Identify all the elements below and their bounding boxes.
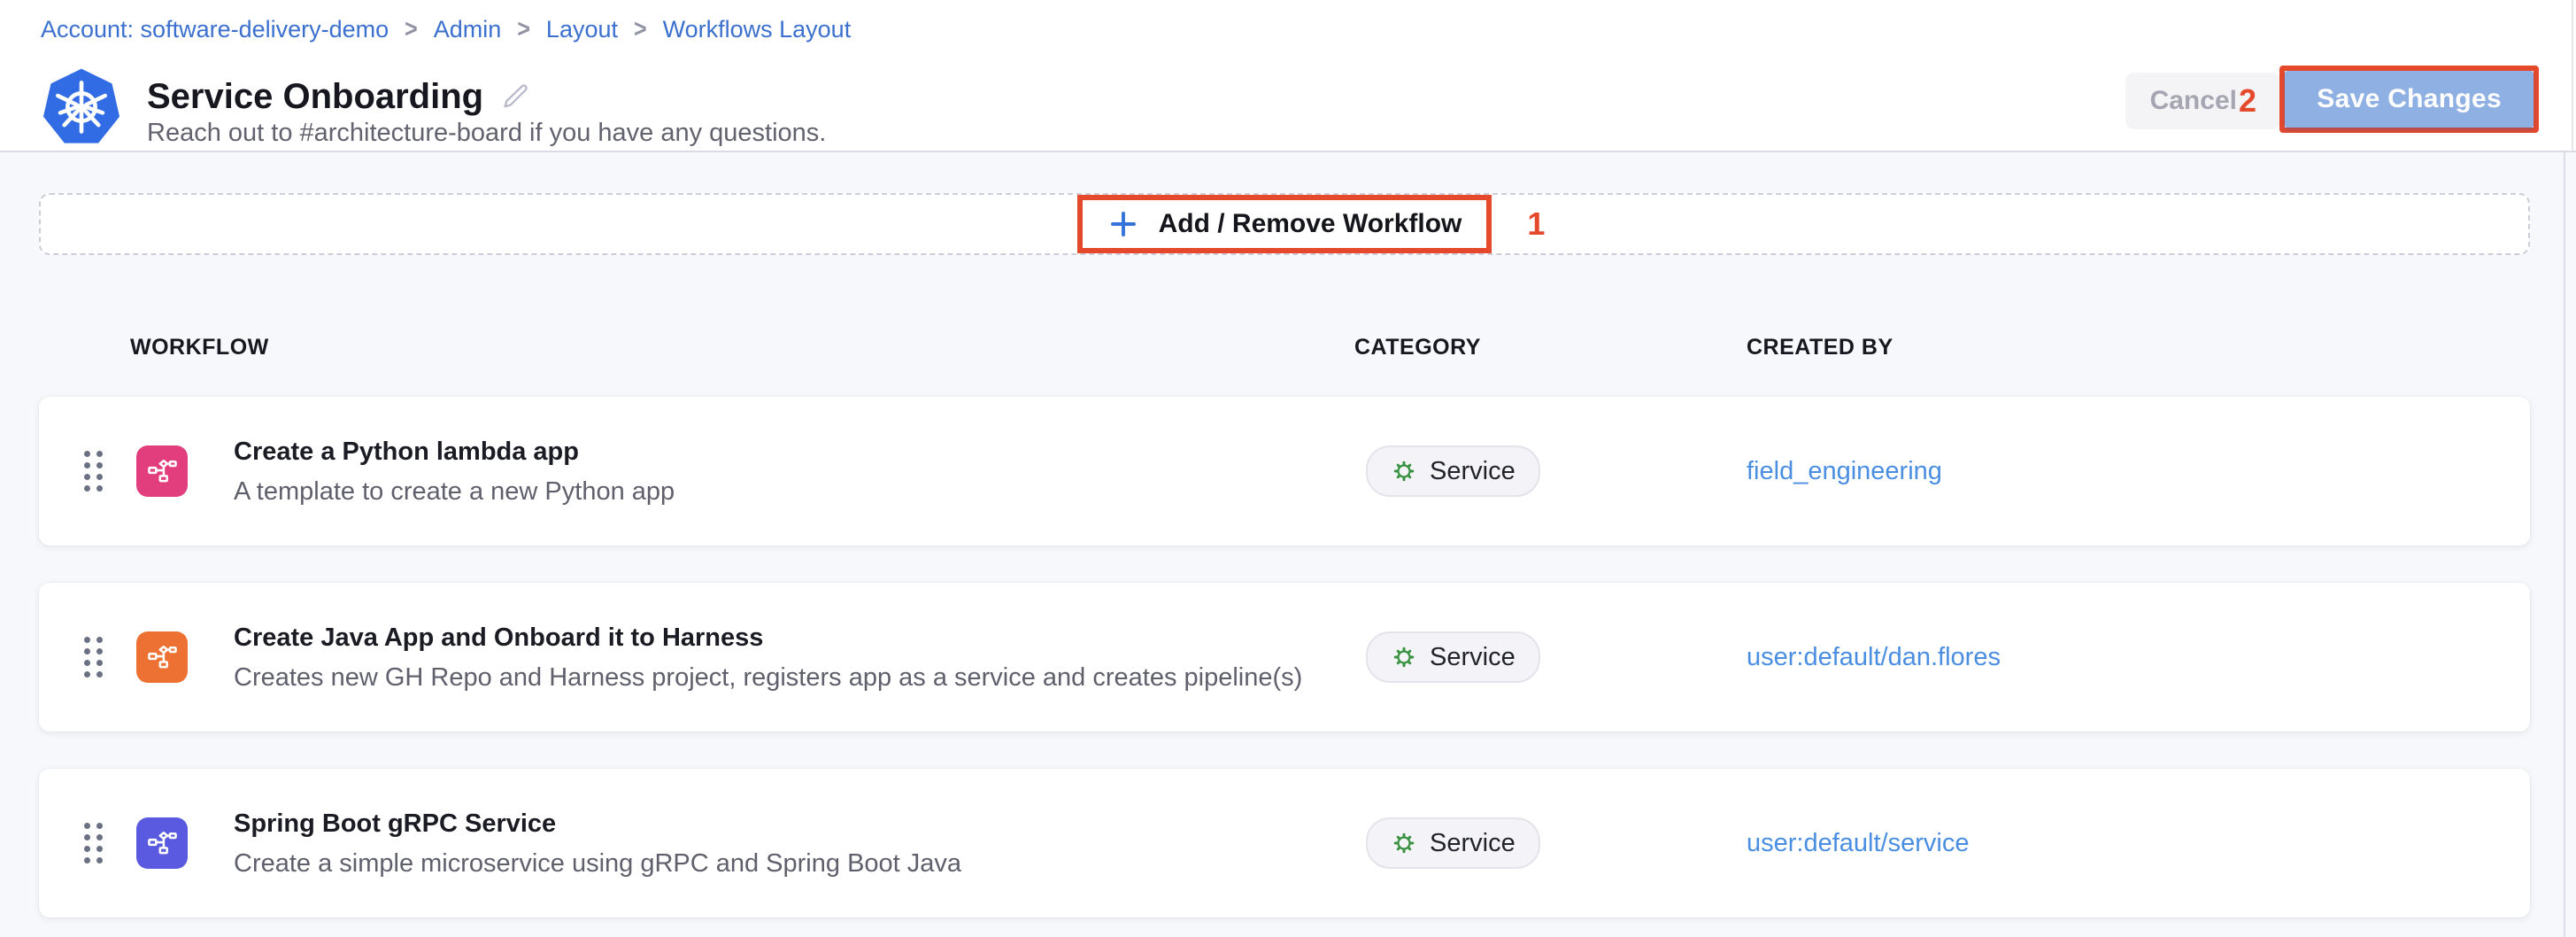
page-subtitle: Reach out to #architecture-board if you … — [147, 117, 826, 149]
page-header: Account: software-delivery-demo > Admin > La… — [0, 0, 2576, 151]
column-header-category: CATEGORY — [1354, 335, 1747, 360]
workflow-row: Spring Boot gRPC Service Create a simple… — [39, 769, 2530, 918]
workflow-description: Creates new GH Repo and Harness project,… — [234, 662, 1302, 693]
category-chip: Service — [1366, 631, 1540, 683]
scrollbar-track-top — [2572, 0, 2573, 151]
category-label: Service — [1430, 643, 1516, 672]
created-by-link[interactable]: user:default/dan.flores — [1747, 643, 2001, 671]
flowchart-icon — [136, 817, 188, 869]
drag-handle[interactable] — [84, 451, 103, 492]
save-changes-button[interactable]: Save Changes — [2285, 71, 2534, 128]
add-remove-workflow-button[interactable]: Add / Remove Workflow — [1083, 200, 1487, 248]
breadcrumb-item[interactable]: Account: software-delivery-demo — [41, 14, 389, 44]
workflow-title: Create a Python lambda app — [234, 437, 675, 467]
annotation-box-save: Save Changes — [2279, 66, 2539, 133]
cancel-button[interactable]: Cancel2 — [2125, 73, 2281, 129]
kubernetes-logo — [41, 66, 122, 147]
breadcrumb-item[interactable]: Layout — [546, 14, 618, 44]
scrollbar-track-main — [2564, 152, 2565, 937]
breadcrumb-item[interactable]: Admin — [434, 14, 502, 44]
workflow-description: Create a simple microservice using gRPC … — [234, 848, 961, 879]
column-header-workflow: WORKFLOW — [39, 335, 1354, 360]
annotation-box-1: Add / Remove Workflow 1 — [1077, 195, 1492, 253]
category-chip: Service — [1366, 445, 1540, 497]
workflow-row: Create a Python lambda app A template to… — [39, 397, 2530, 546]
breadcrumb-separator: > — [634, 12, 647, 46]
category-label: Service — [1430, 457, 1516, 486]
drag-handle[interactable] — [84, 637, 103, 678]
flowchart-icon — [136, 445, 188, 497]
add-remove-workflow-label: Add / Remove Workflow — [1159, 209, 1462, 239]
category-label: Service — [1430, 829, 1516, 858]
created-by-link[interactable]: field_engineering — [1747, 457, 1942, 485]
annotation-number-1: 1 — [1527, 208, 1545, 240]
cancel-label: Cancel — [2150, 86, 2237, 116]
add-workflow-dropzone: Add / Remove Workflow 1 — [39, 193, 2530, 255]
gear-icon — [1391, 458, 1417, 484]
gear-icon — [1391, 644, 1417, 670]
main-content: Add / Remove Workflow 1 WORKFLOW CATEGOR… — [0, 152, 2576, 937]
breadcrumb-item[interactable]: Workflows Layout — [663, 14, 852, 44]
column-header-created-by: CREATED BY — [1747, 335, 2526, 360]
flowchart-icon — [136, 631, 188, 683]
page-title: Service Onboarding — [147, 75, 483, 118]
annotation-number-2: 2 — [2239, 85, 2256, 117]
gear-icon — [1391, 830, 1417, 856]
table-header: WORKFLOW CATEGORY CREATED BY — [39, 335, 2526, 360]
workflows-layout-screen: Account: software-delivery-demo > Admin > La… — [0, 0, 2576, 937]
breadcrumb-separator: > — [405, 12, 418, 46]
drag-handle[interactable] — [84, 823, 103, 863]
breadcrumb: Account: software-delivery-demo > Admin > La… — [41, 14, 851, 44]
workflow-row: Create Java App and Onboard it to Harnes… — [39, 583, 2530, 732]
category-chip: Service — [1366, 817, 1540, 869]
pencil-icon[interactable] — [501, 81, 531, 112]
workflow-rows: Create a Python lambda app A template to… — [39, 397, 2530, 918]
workflow-title: Spring Boot gRPC Service — [234, 809, 961, 839]
workflow-title: Create Java App and Onboard it to Harnes… — [234, 623, 1302, 653]
breadcrumb-separator: > — [517, 12, 530, 46]
created-by-link[interactable]: user:default/service — [1747, 829, 1969, 857]
plus-icon — [1107, 208, 1139, 240]
workflow-description: A template to create a new Python app — [234, 476, 675, 507]
